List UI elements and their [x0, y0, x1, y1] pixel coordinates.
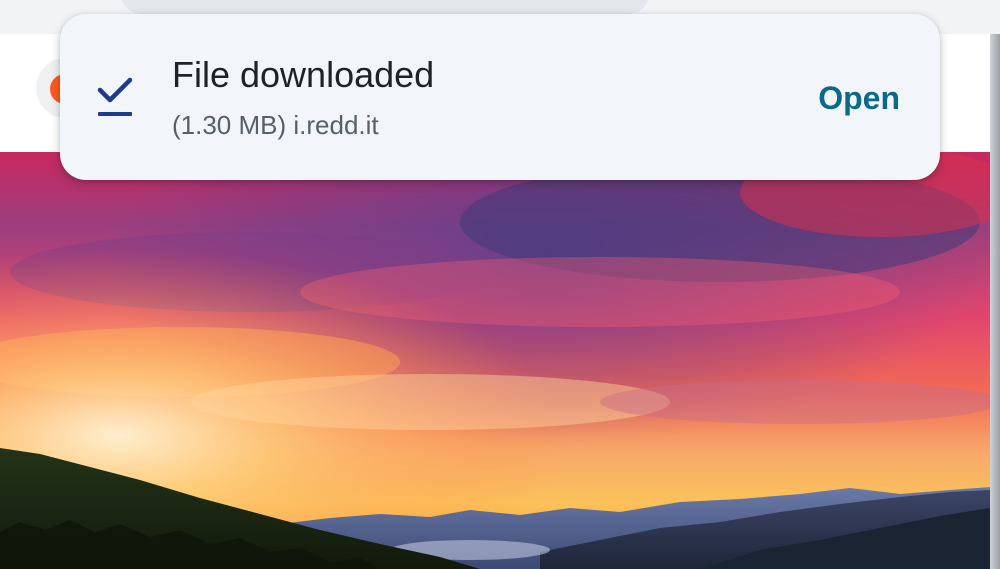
snackbar-title: File downloaded — [172, 54, 435, 95]
open-button[interactable]: Open — [780, 76, 900, 120]
address-bar[interactable] — [120, 0, 650, 14]
scrollbar[interactable] — [990, 34, 1000, 569]
download-snackbar: File downloaded (1.30 MB) i.redd.it Open — [60, 14, 940, 180]
sunset-image — [0, 152, 990, 569]
browser-page: File downloaded (1.30 MB) i.redd.it Open — [0, 0, 1000, 569]
download-done-icon — [97, 77, 133, 116]
sunset-photo[interactable] — [0, 152, 990, 569]
snackbar-subtitle: (1.30 MB) i.redd.it — [172, 110, 379, 140]
